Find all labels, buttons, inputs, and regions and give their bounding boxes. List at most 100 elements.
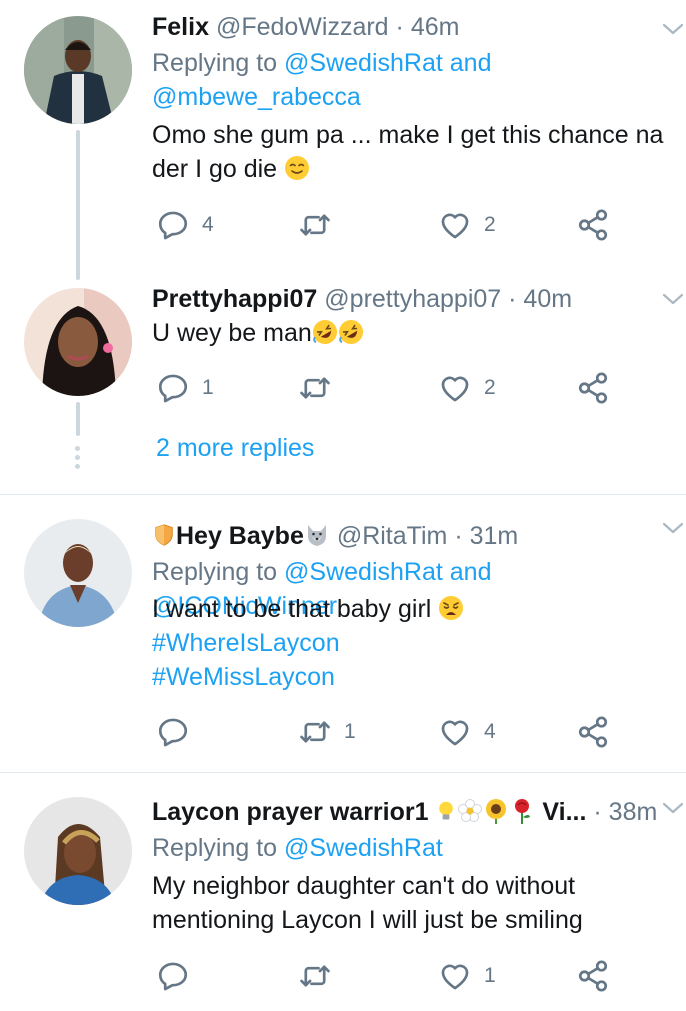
share-icon bbox=[576, 959, 610, 993]
share-button[interactable] bbox=[576, 370, 610, 406]
sunflower-emoji-icon bbox=[486, 799, 507, 824]
share-icon bbox=[576, 715, 610, 749]
hashtag-link[interactable]: #WeMissLaycon bbox=[152, 663, 335, 691]
chevron-down-icon[interactable] bbox=[662, 292, 684, 306]
weary-face-emoji-icon bbox=[439, 596, 464, 620]
tweet-laycon-prayer-warrior[interactable]: Laycon prayer warrior1 Vi... · 38m Reply… bbox=[0, 773, 686, 1011]
separator: · bbox=[508, 285, 517, 313]
tweet-actions: 1 2 bbox=[152, 370, 632, 406]
timestamp[interactable]: 31m bbox=[470, 522, 519, 550]
separator: · bbox=[593, 798, 602, 826]
separator: · bbox=[395, 13, 404, 41]
timestamp[interactable]: 38m bbox=[609, 798, 658, 826]
display-name[interactable]: Laycon prayer warrior1 bbox=[152, 798, 429, 826]
retweet-button[interactable] bbox=[298, 207, 332, 243]
chevron-down-icon[interactable] bbox=[662, 521, 684, 535]
white-flower-emoji-icon bbox=[458, 799, 483, 822]
user-handle[interactable]: @FedoWizzard bbox=[216, 13, 389, 41]
like-button[interactable]: 4 bbox=[438, 714, 496, 750]
avatar[interactable] bbox=[24, 519, 132, 627]
reply-and[interactable]: and bbox=[450, 558, 492, 586]
like-count: 1 bbox=[484, 964, 496, 987]
tweet-text-line: I want to be that baby girl bbox=[152, 595, 432, 623]
tweet-text-line: Omo she gum pa ... make I get this chanc… bbox=[152, 121, 664, 149]
user-handle[interactable]: @prettyhappi07 bbox=[324, 285, 501, 313]
rolling-on-floor-laughing-emoji-icon bbox=[312, 320, 337, 344]
timestamp[interactable]: 40m bbox=[523, 285, 572, 313]
share-button[interactable] bbox=[576, 958, 610, 994]
retweet-icon bbox=[298, 715, 332, 749]
share-icon bbox=[576, 371, 610, 405]
share-button[interactable] bbox=[576, 207, 610, 243]
replying-to: Replying to @SwedishRat bbox=[152, 831, 678, 865]
reply-mention[interactable]: @SwedishRat bbox=[284, 558, 443, 586]
retweet-icon bbox=[298, 959, 332, 993]
reply-button[interactable]: 4 bbox=[156, 207, 214, 243]
reply-and[interactable]: and bbox=[450, 49, 492, 77]
retweet-button[interactable] bbox=[298, 958, 332, 994]
timestamp[interactable]: 46m bbox=[411, 13, 460, 41]
display-name-suffix[interactable]: Vi... bbox=[542, 798, 586, 826]
chevron-down-icon[interactable] bbox=[662, 801, 684, 815]
reply-icon bbox=[156, 208, 190, 242]
display-name[interactable]: Hey Baybe bbox=[176, 522, 304, 550]
reply-mention[interactable]: @mbewe_rabecca bbox=[152, 83, 361, 111]
retweet-icon bbox=[298, 371, 332, 405]
thread-line bbox=[76, 402, 80, 436]
hashtag-link[interactable]: #WhereIsLaycon bbox=[152, 629, 340, 657]
user-handle[interactable]: @RitaTim bbox=[337, 522, 448, 550]
tweet-text-line: My neighbor daughter can't do without bbox=[152, 872, 576, 900]
tweet-header: Prettyhappi07 @prettyhappi07 · 40m bbox=[152, 284, 676, 314]
replying-to-label: Replying to bbox=[152, 834, 278, 862]
tweet-text: Omo she gum pa ... make I get this chanc… bbox=[152, 118, 666, 186]
rolling-on-floor-laughing-emoji-icon bbox=[338, 320, 363, 344]
chevron-down-icon[interactable] bbox=[662, 22, 684, 36]
wolf-face-emoji-icon bbox=[307, 525, 326, 546]
relieved-face-emoji-icon bbox=[285, 156, 310, 180]
like-button[interactable]: 2 bbox=[438, 370, 496, 406]
display-name[interactable]: Prettyhappi07 bbox=[152, 285, 317, 313]
avatar[interactable] bbox=[24, 16, 132, 124]
more-replies-link[interactable]: 2 more replies bbox=[156, 434, 314, 463]
like-button[interactable]: 2 bbox=[438, 207, 496, 243]
tweet-felix[interactable]: Felix @FedoWizzard · 46m Replying to @Sw… bbox=[0, 0, 686, 280]
retweet-button[interactable] bbox=[298, 370, 332, 406]
tweet-header: Laycon prayer warrior1 Vi... · 38m bbox=[152, 797, 676, 827]
reply-mention[interactable]: @SwedishRat bbox=[284, 834, 443, 862]
tweet-hey-baybe[interactable]: Hey Baybe @RitaTim · 31m Replying to @Sw… bbox=[0, 495, 686, 771]
reply-button[interactable] bbox=[156, 714, 190, 750]
reply-button[interactable] bbox=[156, 958, 190, 994]
tweet-text: I want to be that baby girl #WhereIsLayc… bbox=[152, 592, 666, 694]
tweet-text: My neighbor daughter can't do without me… bbox=[152, 869, 666, 937]
tweet-header: Felix @FedoWizzard · 46m bbox=[152, 12, 676, 42]
share-icon bbox=[576, 208, 610, 242]
like-icon bbox=[438, 715, 472, 749]
share-button[interactable] bbox=[576, 714, 610, 750]
avatar[interactable] bbox=[24, 288, 132, 396]
like-button[interactable]: 1 bbox=[438, 958, 496, 994]
like-icon bbox=[438, 959, 472, 993]
tweet-text-line: mentioning Laycon I will just be smiling bbox=[152, 906, 583, 934]
retweet-icon bbox=[298, 208, 332, 242]
reply-button[interactable]: 1 bbox=[156, 370, 214, 406]
shield-icon bbox=[155, 524, 173, 546]
light-bulb-emoji-icon bbox=[439, 801, 454, 820]
reply-icon bbox=[156, 371, 190, 405]
thread-dots bbox=[75, 446, 81, 473]
like-count: 4 bbox=[484, 720, 496, 743]
tweet-text-line: der I go die bbox=[152, 155, 278, 183]
tweet-header: Hey Baybe @RitaTim · 31m bbox=[152, 521, 676, 551]
tweet-actions: 1 4 bbox=[152, 714, 632, 750]
reply-count: 1 bbox=[202, 376, 214, 399]
avatar[interactable] bbox=[24, 797, 132, 905]
tweet-actions: 1 bbox=[152, 958, 632, 994]
retweet-count: 1 bbox=[344, 720, 356, 743]
replying-to-label: Replying to bbox=[152, 49, 278, 77]
display-name[interactable]: Felix bbox=[152, 13, 209, 41]
reply-count: 4 bbox=[202, 213, 214, 236]
reply-mention[interactable]: @SwedishRat bbox=[284, 49, 443, 77]
like-icon bbox=[438, 371, 472, 405]
retweet-button[interactable]: 1 bbox=[298, 714, 356, 750]
like-icon bbox=[438, 208, 472, 242]
tweet-prettyhappi07[interactable]: Prettyhappi07 @prettyhappi07 · 40m U wey… bbox=[0, 280, 686, 494]
